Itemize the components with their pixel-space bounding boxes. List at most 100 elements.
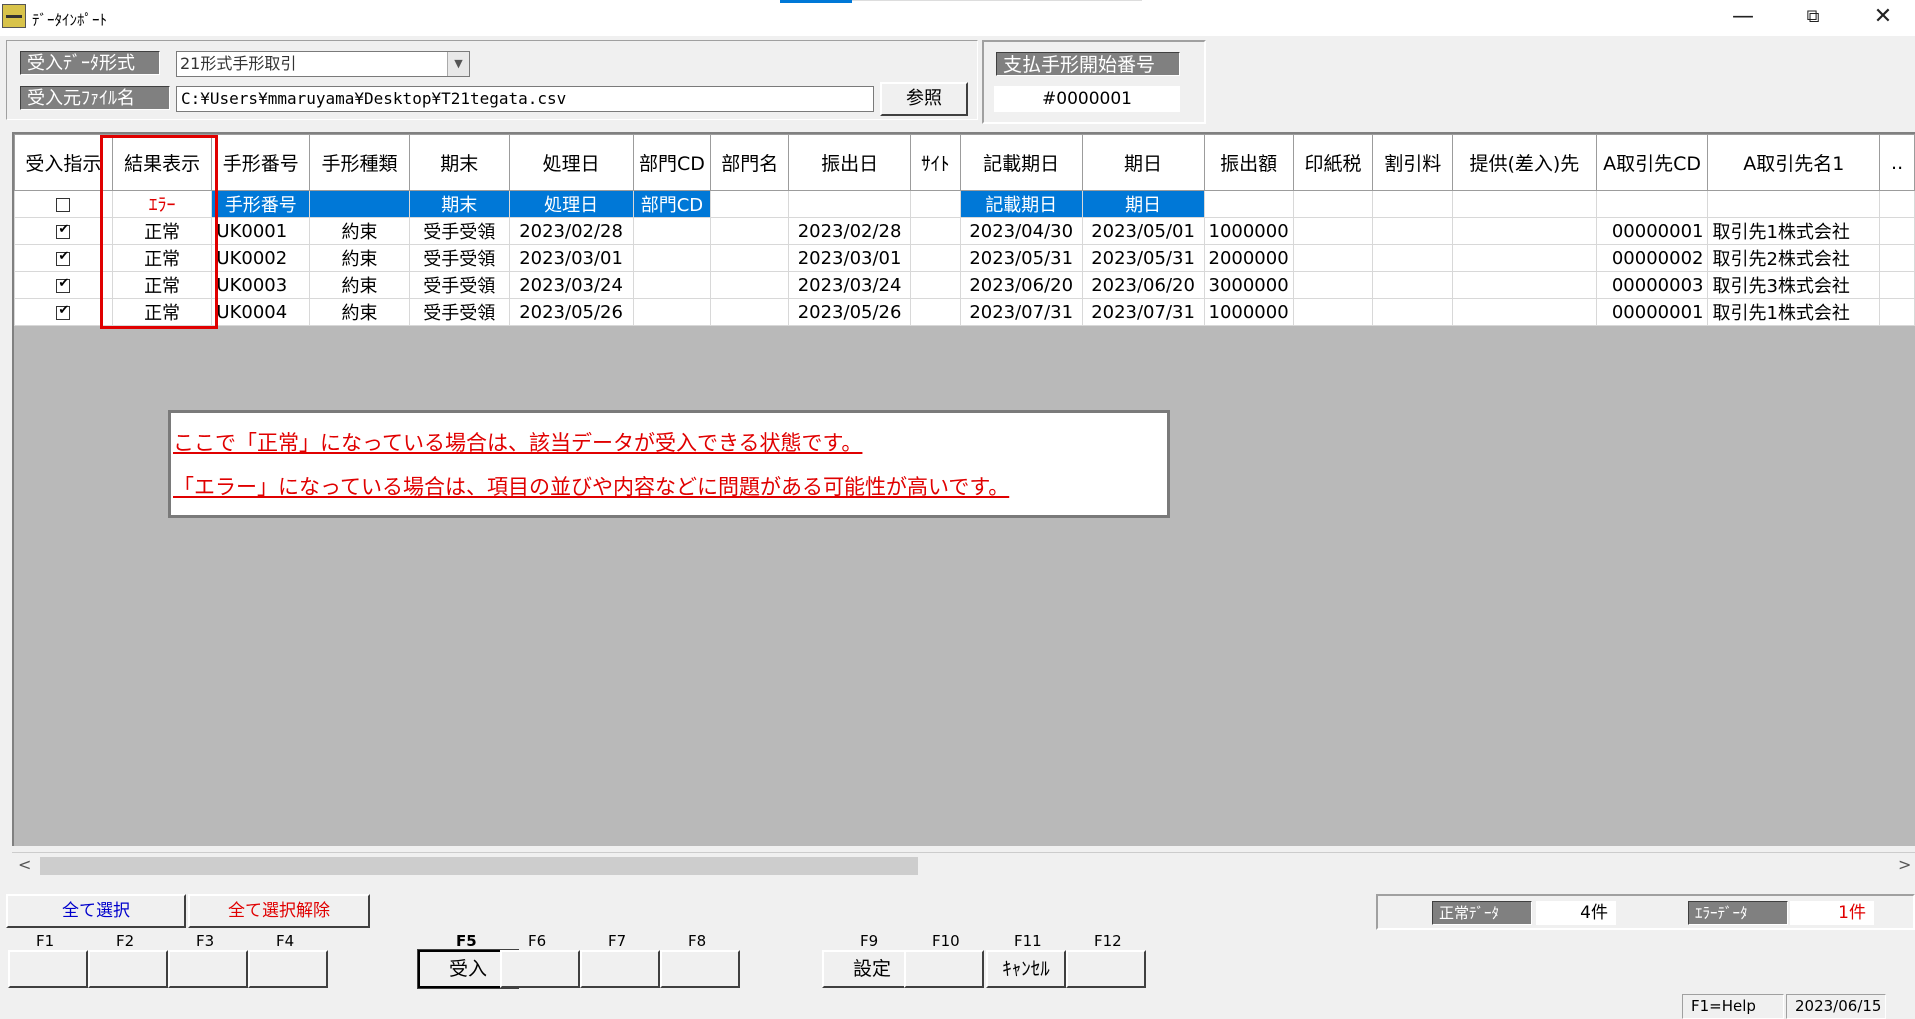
table-header-row: 受入指示 結果表示 手形番号 手形種類 期末 処理日 部門CD 部門名 振出日 ｻｲﾄ 記載期日 期日… [14, 134, 1915, 191]
function-button-f1[interactable] [8, 950, 88, 988]
import-checkbox-cell[interactable] [14, 190, 113, 218]
import-checkbox-cell[interactable] [14, 298, 113, 326]
deselect-all-button[interactable]: 全て選択解除 [188, 894, 370, 928]
function-button-f8[interactable] [660, 950, 740, 988]
chevron-down-icon[interactable]: ▼ [447, 52, 469, 76]
data-import-window: ﾃﾞｰﾀｲﾝﾎﾟｰﾄ — ⧉ ✕ 受入ﾃﾞｰﾀ形式 21形式手形取引 ▼ 受入元… [0, 0, 1915, 1019]
format-select[interactable]: 21形式手形取引 ▼ [176, 51, 470, 77]
import-checkbox[interactable] [56, 249, 71, 266]
column-header-8[interactable]: 振出日 [788, 134, 912, 191]
import-checkbox-cell[interactable] [14, 271, 113, 299]
column-header-17[interactable]: A取引先名1 [1707, 134, 1881, 191]
scroll-right-icon[interactable]: > [1898, 855, 1911, 874]
minimize-button[interactable]: — [1720, 2, 1766, 32]
column-header-15[interactable]: 提供(差入)先 [1452, 134, 1597, 191]
fkey-label-f12: F12 [1094, 932, 1122, 950]
scroll-thumb[interactable] [40, 857, 918, 875]
grid-cell [1452, 217, 1597, 245]
column-header-3[interactable]: 手形種類 [309, 134, 410, 191]
grid-cell [910, 244, 961, 272]
grid-cell: 00000002 [1595, 244, 1709, 272]
grid-cell: 2023/07/31 [1081, 298, 1205, 326]
function-button-f4[interactable] [248, 950, 328, 988]
function-button-f10[interactable] [904, 950, 984, 988]
grid-cell: 約束 [309, 217, 410, 245]
grid-cell [1372, 190, 1454, 218]
format-label: 受入ﾃﾞｰﾀ形式 [20, 51, 160, 75]
scroll-left-icon[interactable]: < [18, 855, 31, 874]
column-header-11[interactable]: 期日 [1081, 134, 1205, 191]
grid-cell [1879, 298, 1915, 326]
grid-cell [632, 217, 712, 245]
grid-cell [710, 298, 790, 326]
function-button-f7[interactable] [580, 950, 660, 988]
column-header-4[interactable]: 期末 [408, 134, 510, 191]
normal-data-count: 4件 [1536, 901, 1616, 925]
function-button-f12[interactable] [1066, 950, 1146, 988]
select-all-button[interactable]: 全て選択 [6, 894, 186, 928]
column-header-18[interactable]: .. [1879, 134, 1915, 191]
grid-cell [710, 190, 790, 218]
browse-button[interactable]: 参照 [880, 82, 968, 116]
fkey-label-f6: F6 [528, 932, 547, 950]
grid-cell [1292, 298, 1374, 326]
error-row[interactable]: ｴﾗｰ 手形番号 期末 処理日 部門CD 記載期日 期日 [14, 190, 1915, 218]
grid-cell [910, 217, 961, 245]
function-button-f6[interactable] [500, 950, 580, 988]
fkey-label-f4: F4 [276, 932, 295, 950]
grid-cell: 2023/06/20 [959, 271, 1083, 299]
title-divider [852, 0, 1142, 1]
function-button-f11[interactable]: ｷｬﾝｾﾙ [986, 950, 1066, 988]
table-row[interactable]: 正常UK0003約束受手受領2023/03/242023/03/242023/0… [14, 271, 1915, 299]
column-header-12[interactable]: 振出額 [1203, 134, 1294, 191]
import-checkbox[interactable] [56, 222, 71, 239]
import-checkbox[interactable] [56, 303, 71, 320]
column-header-0[interactable]: 受入指示 [14, 134, 113, 191]
result-cell: 正常 [111, 244, 213, 272]
import-checkbox-cell[interactable] [14, 244, 113, 272]
error-data-label: ｴﾗｰﾃﾞｰﾀ [1688, 901, 1788, 925]
grid-cell: UK0004 [211, 298, 311, 326]
column-header-7[interactable]: 部門名 [710, 134, 790, 191]
grid-cell [1292, 271, 1374, 299]
function-button-f3[interactable] [168, 950, 248, 988]
grid-cell [910, 271, 961, 299]
start-number-field[interactable]: #0000001 [994, 86, 1180, 112]
grid-cell: UK0002 [211, 244, 311, 272]
grid-cell: 約束 [309, 298, 410, 326]
column-header-6[interactable]: 部門CD [632, 134, 712, 191]
grid-cell: 期日 [1081, 190, 1205, 218]
import-checkbox[interactable] [56, 276, 71, 293]
fkey-label-f2: F2 [116, 932, 135, 950]
column-header-2[interactable]: 手形番号 [211, 134, 311, 191]
import-checkbox[interactable] [56, 197, 71, 212]
column-header-16[interactable]: A取引先CD [1595, 134, 1709, 191]
grid-cell [1452, 190, 1597, 218]
column-header-14[interactable]: 割引料 [1372, 134, 1454, 191]
horizontal-scrollbar[interactable]: < > [12, 852, 1915, 878]
table-row[interactable]: 正常UK0002約束受手受領2023/03/012023/03/012023/0… [14, 244, 1915, 272]
close-button[interactable]: ✕ [1860, 2, 1906, 32]
import-checkbox-cell[interactable] [14, 217, 113, 245]
function-button-f2[interactable] [88, 950, 168, 988]
column-header-10[interactable]: 記載期日 [959, 134, 1083, 191]
grid-cell [1452, 244, 1597, 272]
column-header-1[interactable]: 結果表示 [111, 134, 213, 191]
grid-cell: 取引先1株式会社 [1707, 217, 1881, 245]
grid-cell [1372, 244, 1454, 272]
column-header-13[interactable]: 印紙税 [1292, 134, 1374, 191]
grid-cell: 2023/02/28 [788, 217, 912, 245]
note-line-1: ここで「正常」になっている場合は、該当データが受入できる状態です。 [173, 431, 863, 455]
grid-cell: 1000000 [1203, 217, 1294, 245]
grid-cell: 取引先3株式会社 [1707, 271, 1881, 299]
file-path-input[interactable]: C:¥Users¥mmaruyama¥Desktop¥T21tegata.csv [176, 86, 874, 112]
error-data-count: 1件 [1790, 901, 1874, 925]
restore-button[interactable]: ⧉ [1790, 2, 1836, 32]
grid-cell [309, 190, 410, 218]
grid-cell [632, 271, 712, 299]
table-row[interactable]: 正常UK0001約束受手受領2023/02/282023/02/282023/0… [14, 217, 1915, 245]
column-header-5[interactable]: 処理日 [508, 134, 634, 191]
column-header-9[interactable]: ｻｲﾄ [910, 134, 961, 191]
table-row[interactable]: 正常UK0004約束受手受領2023/05/262023/05/262023/0… [14, 298, 1915, 326]
file-label: 受入元ﾌｧｲﾙ名 [20, 86, 170, 110]
